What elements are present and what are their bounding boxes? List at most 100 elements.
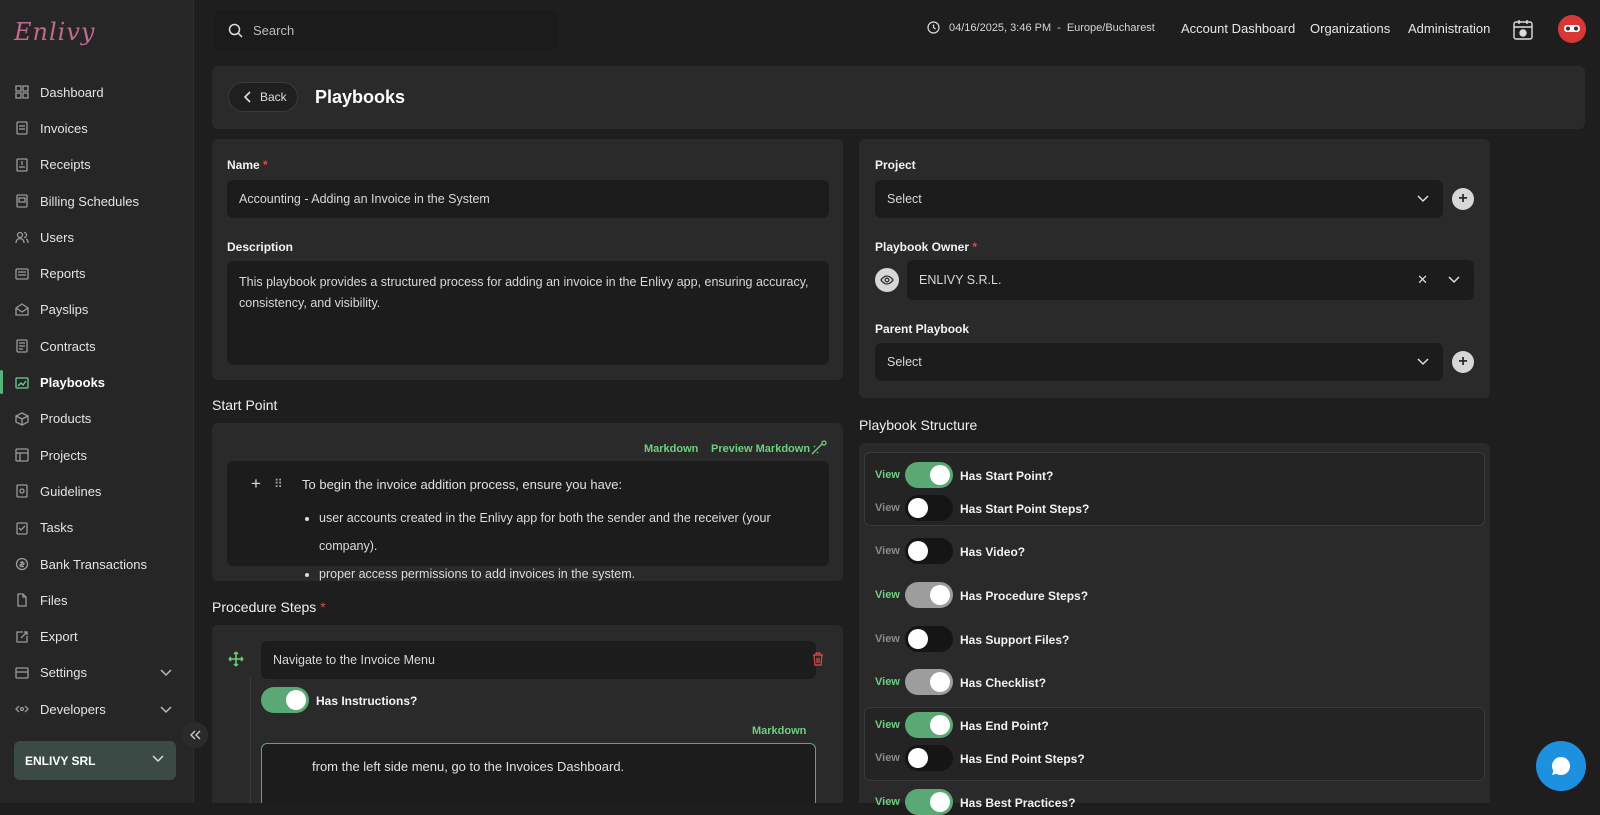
markdown-tab[interactable]: Markdown [644,443,698,455]
start-point-editor[interactable]: + ⠿ To begin the invoice addition proces… [227,461,829,581]
chat-button[interactable] [1536,741,1586,791]
chevron-left-icon [243,91,251,103]
sidebar-item-projects[interactable]: Projects [0,437,194,473]
structure-toggle[interactable] [905,712,953,738]
organization-selector[interactable]: ENLIVY SRL [14,741,176,780]
sidebar-item-billing-schedules[interactable]: Billing Schedules [0,183,194,219]
structure-toggle[interactable] [905,745,953,771]
drag-handle-icon[interactable]: ⠿ [274,477,283,491]
avatar[interactable] [1558,15,1586,43]
view-link[interactable]: View [875,469,900,481]
sidebar-item-reports[interactable]: Reports [0,255,194,291]
add-project-button[interactable]: + [1452,188,1474,210]
structure-toggle[interactable] [905,495,953,521]
structure-toggle-label: Has Support Files? [960,633,1070,647]
sidebar-item-guidelines[interactable]: Guidelines [0,473,194,509]
topbar: Search 04/16/2025, 3:46 PM - Europe/Buch… [194,0,1600,60]
payslip-icon [14,302,30,318]
structure-toggle-label: Has Procedure Steps? [960,589,1089,603]
view-link[interactable]: View [875,796,900,808]
structure-toggle-label: Has Best Practices? [960,796,1076,810]
description-field[interactable]: This playbook provides a structured proc… [227,261,829,365]
sidebar-item-label: Reports [40,266,86,282]
sidebar-item-label: Playbooks [40,375,106,391]
structure-toggle-label: Has Checklist? [960,676,1047,690]
instruction-text: from the left side menu, go to the Invoi… [312,759,625,774]
list-item: user accounts created in the Enlivy app … [319,504,829,560]
sidebar-nav: Dashboard Invoices Receipts Billing Sche… [0,74,194,727]
step-title-field[interactable]: Navigate to the Invoice Menu [261,641,816,679]
view-link[interactable]: View [875,589,900,601]
sidebar-item-developers[interactable]: Developers [0,691,194,727]
sidebar-item-contracts[interactable]: Contracts [0,328,194,364]
magic-wand-icon[interactable] [810,440,828,461]
search-input[interactable]: Search [214,10,558,50]
view-link[interactable]: View [875,633,900,645]
sidebar-item-playbooks[interactable]: Playbooks [0,364,194,400]
collapse-sidebar-button[interactable] [182,722,208,748]
structure-toggle-label: Has Start Point Steps? [960,502,1090,516]
view-owner-button[interactable] [875,268,899,292]
instruction-editor[interactable]: from the left side menu, go to the Invoi… [261,743,816,803]
nav-account-dashboard[interactable]: Account Dashboard [1181,21,1295,36]
search-icon [228,23,243,38]
nav-organizations[interactable]: Organizations [1310,21,1390,36]
view-link[interactable]: View [875,502,900,514]
add-block-icon[interactable]: + [251,474,261,494]
view-link[interactable]: View [875,752,900,764]
sidebar-item-invoices[interactable]: Invoices [0,110,194,146]
projects-icon [14,447,30,463]
chevron-down-icon [1417,358,1429,366]
view-link[interactable]: View [875,545,900,557]
sidebar-item-label: Billing Schedules [40,193,140,209]
sidebar-item-dashboard[interactable]: Dashboard [0,74,194,110]
has-instructions-toggle[interactable] [261,687,309,713]
clear-icon[interactable]: ✕ [1417,272,1428,288]
move-icon[interactable] [228,651,244,672]
structure-toggle[interactable] [905,538,953,564]
view-link[interactable]: View [875,719,900,731]
sidebar-item-receipts[interactable]: Receipts [0,147,194,183]
sidebar-item-files[interactable]: Files [0,582,194,618]
sidebar-item-label: Tasks [40,520,74,536]
structure-toggle[interactable] [905,789,953,815]
sidebar-item-label: Receipts [40,157,91,173]
chevron-down-icon [160,702,172,717]
app-logo[interactable]: Enlivy [14,18,95,46]
owner-select[interactable]: ENLIVY S.R.L. ✕ [907,260,1474,300]
receipt-icon [14,157,30,173]
search-placeholder: Search [253,22,295,38]
sidebar-item-users[interactable]: Users [0,219,194,255]
sidebar-item-payslips[interactable]: Payslips [0,292,194,328]
project-select[interactable]: Select [875,180,1443,218]
details-panel: Name * Accounting - Adding an Invoice in… [212,139,843,380]
view-link[interactable]: View [875,676,900,688]
start-point-bullets: user accounts created in the Enlivy app … [319,504,829,588]
chat-icon [1552,756,1571,775]
structure-toggle[interactable] [905,626,953,652]
calendar-icon[interactable] [1512,19,1534,41]
sidebar-item-label: Payslips [40,302,89,318]
back-button[interactable]: Back [228,82,298,112]
chevron-down-icon [152,752,164,766]
nav-administration[interactable]: Administration [1408,21,1490,36]
structure-toggle[interactable] [905,462,953,488]
sidebar-item-products[interactable]: Products [0,401,194,437]
sidebar-item-export[interactable]: Export [0,618,194,654]
preview-markdown-tab[interactable]: Preview Markdown [711,443,810,455]
sidebar-item-tasks[interactable]: Tasks [0,510,194,546]
structure-toggle-label: Has Video? [960,545,1026,559]
sidebar-item-settings[interactable]: Settings [0,655,194,691]
page-header: Back Playbooks [212,66,1585,129]
structure-toggle[interactable] [905,582,953,608]
parent-playbook-select[interactable]: Select [875,343,1443,381]
sidebar-item-bank-transactions[interactable]: Bank Transactions [0,546,194,582]
users-icon [14,229,30,245]
markdown-tab[interactable]: Markdown [752,725,806,737]
add-parent-playbook-button[interactable]: + [1452,351,1474,373]
clock-icon [927,21,940,34]
name-field[interactable]: Accounting - Adding an Invoice in the Sy… [227,180,829,218]
start-point-intro: To begin the invoice addition process, e… [302,477,623,492]
structure-toggle[interactable] [905,669,953,695]
trash-icon[interactable] [812,652,824,671]
